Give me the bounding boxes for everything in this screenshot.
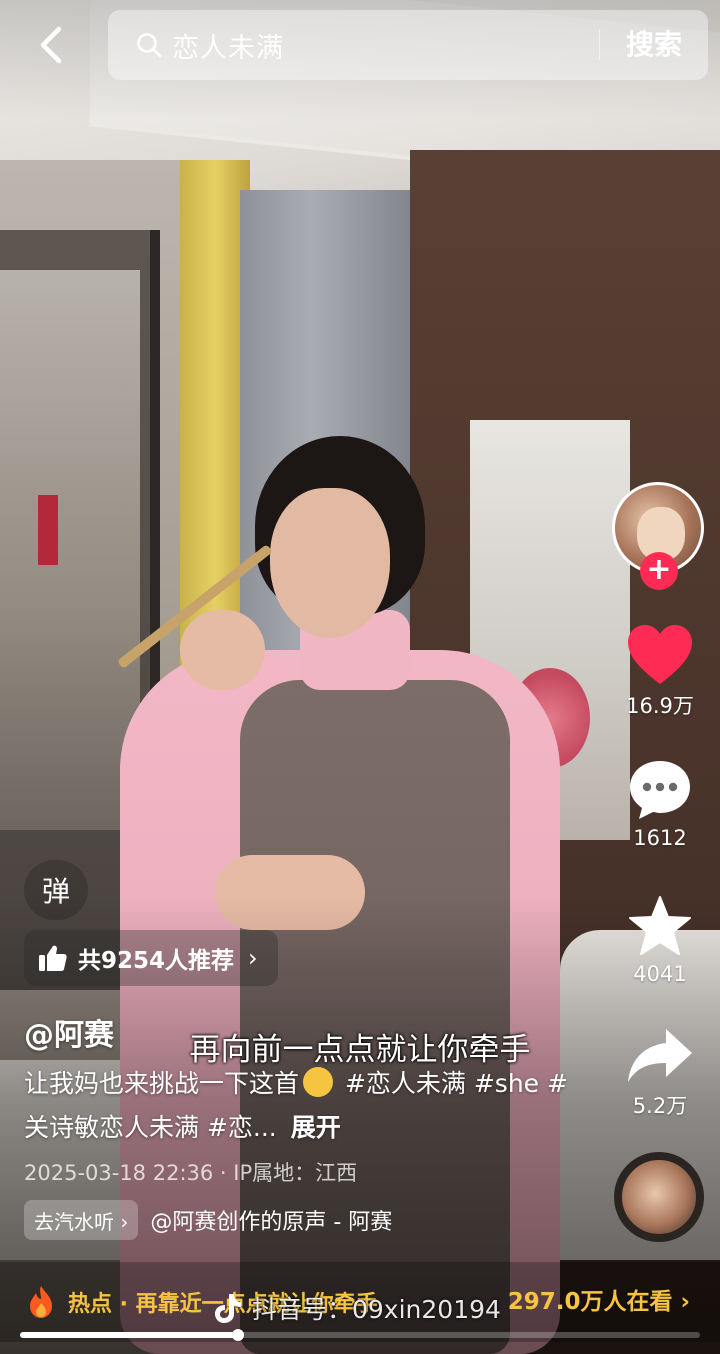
expand-button[interactable]: 展开 (291, 1113, 341, 1142)
search-bar[interactable]: 恋人未满 搜索 (108, 10, 708, 80)
back-arrow-icon (40, 26, 62, 64)
watermark-text: 抖音号：09xin20194 (252, 1295, 501, 1324)
search-icon (137, 33, 162, 58)
fire-icon (30, 1286, 52, 1318)
danmu-label: 弹 (41, 875, 70, 908)
recommend-pill[interactable]: 共9254人推荐 › (24, 930, 278, 986)
chevron-right-icon: › (248, 944, 258, 972)
search-button[interactable]: 搜索 (626, 10, 682, 80)
video-person-hand (180, 610, 265, 690)
like-button[interactable]: 16.9万 (612, 624, 708, 720)
search-divider (599, 30, 600, 60)
recommend-label: 共9254人推荐 (78, 948, 235, 974)
thumbs-up-icon (39, 945, 67, 971)
douyin-watermark: 抖音号：09xin20194 (214, 1290, 501, 1326)
share-count: 5.2万 (632, 1094, 688, 1118)
progress-fill (20, 1332, 238, 1338)
description-lead: 让我妈也来挑战一下这首 (24, 1069, 300, 1098)
thinking-emoji-icon (303, 1067, 334, 1097)
progress-track[interactable] (20, 1329, 700, 1341)
video-person-face (270, 488, 390, 638)
video-door-glass (0, 270, 140, 830)
qishui-listen-button[interactable]: 去汽水听 › (24, 1200, 139, 1240)
music-title[interactable]: @阿赛创作的原声 - 阿赛 (150, 1204, 392, 1236)
back-button[interactable] (28, 22, 74, 68)
comment-button[interactable]: 1612 (612, 758, 708, 850)
danmu-toggle-button[interactable]: 弹 (24, 860, 88, 920)
music-row: 去汽水听 › @阿赛创作的原声 - 阿赛 (24, 1200, 392, 1240)
favorite-button[interactable]: 4041 (612, 894, 708, 986)
douyin-logo-icon (215, 1294, 241, 1323)
favorite-count: 4041 (633, 962, 687, 986)
comment-icon (630, 761, 690, 819)
video-meta: 2025-03-18 22:36 · IP属地：江西 (24, 1161, 358, 1185)
video-description: 让我妈也来挑战一下这首 #恋人未满 #she #关诗敏恋人未满 #恋... 展开 (24, 1062, 584, 1150)
progress-handle[interactable] (231, 1329, 244, 1341)
comment-count: 1612 (633, 826, 687, 850)
star-icon (629, 896, 691, 955)
video-red-sign (38, 495, 58, 565)
music-disc[interactable] (614, 1152, 704, 1242)
search-query[interactable]: 恋人未满 (172, 26, 284, 65)
hot-watchers[interactable]: 297.0万人在看 › (508, 1262, 690, 1342)
like-count: 16.9万 (626, 694, 694, 718)
heart-icon (628, 625, 692, 684)
follow-button[interactable]: + (640, 552, 678, 590)
